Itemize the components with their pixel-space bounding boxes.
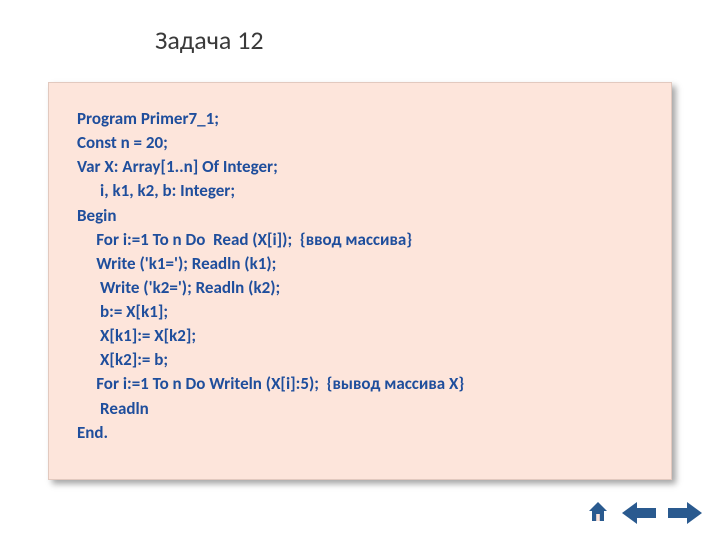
code-line: End. bbox=[77, 421, 643, 445]
next-button[interactable] bbox=[668, 498, 702, 528]
slide-title: Задача 12 bbox=[155, 24, 264, 56]
code-container: Program Primer7_1; Const n = 20; Var X: … bbox=[48, 82, 672, 480]
code-line: X[k1]:= X[k2]; bbox=[77, 324, 643, 348]
code-line: Program Primer7_1; bbox=[77, 107, 643, 131]
code-line: Const n = 20; bbox=[77, 131, 643, 155]
code-line: For i:=1 To n Do Writeln (X[i]:5); {выво… bbox=[77, 372, 643, 396]
arrow-right-icon bbox=[668, 500, 702, 526]
code-line: b:= X[k1]; bbox=[77, 300, 643, 324]
code-line: Var X: Array[1..n] Of Integer; bbox=[77, 155, 643, 179]
code-line: Readln bbox=[77, 397, 643, 421]
home-icon bbox=[588, 500, 608, 527]
code-line: Begin bbox=[77, 204, 643, 228]
arrow-left-icon bbox=[622, 500, 656, 526]
code-line: For i:=1 To n Do Read (X[i]); {ввод масс… bbox=[77, 228, 643, 252]
code-line: i, k1, k2, b: Integer; bbox=[77, 179, 643, 203]
code-line: X[k2]:= b; bbox=[77, 348, 643, 372]
code-line: Write ('k2='); Readln (k2); bbox=[77, 276, 643, 300]
home-button[interactable] bbox=[586, 500, 610, 526]
prev-button[interactable] bbox=[622, 498, 656, 528]
code-line: Write ('k1='); Readln (k1); bbox=[77, 252, 643, 276]
nav-controls bbox=[586, 498, 702, 528]
